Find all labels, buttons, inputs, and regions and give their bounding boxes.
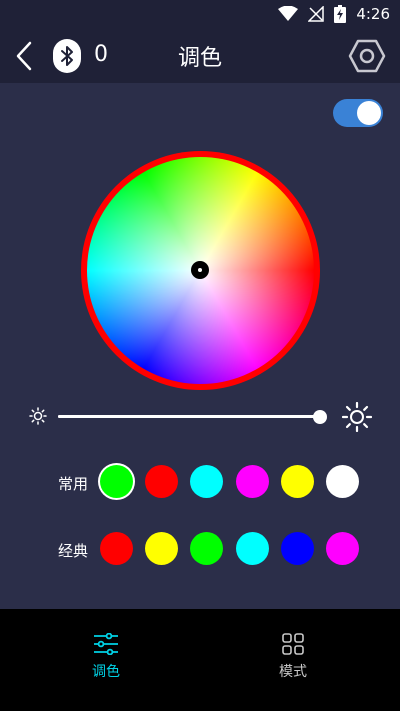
header: 0 调色 bbox=[0, 28, 400, 83]
brightness-slider-track[interactable] bbox=[58, 415, 320, 418]
common-color-swatch-4[interactable] bbox=[235, 465, 269, 498]
common-color-swatch-6[interactable] bbox=[326, 465, 359, 498]
no-signal-icon bbox=[308, 6, 325, 22]
classic-color-swatch-5[interactable] bbox=[280, 532, 314, 565]
bluetooth-button[interactable] bbox=[53, 39, 81, 73]
toggle-knob bbox=[357, 101, 381, 125]
classic-color-swatch-6[interactable] bbox=[326, 532, 359, 565]
brightness-slider-thumb[interactable] bbox=[313, 410, 327, 424]
common-colors-label: 常用 bbox=[58, 475, 89, 493]
status-bar: 4:26 bbox=[0, 0, 400, 28]
common-color-swatch-2[interactable] bbox=[145, 465, 179, 498]
wifi-icon bbox=[278, 6, 299, 21]
power-toggle[interactable] bbox=[333, 99, 383, 127]
common-color-swatch-1[interactable] bbox=[100, 465, 133, 498]
common-color-swatch-5[interactable] bbox=[280, 465, 314, 498]
sliders-icon bbox=[94, 633, 118, 655]
tab-color-label: 调色 bbox=[92, 664, 120, 680]
tab-color[interactable]: 调色 bbox=[46, 633, 166, 683]
classic-color-swatch-1[interactable] bbox=[100, 532, 133, 565]
device-count: 0 bbox=[94, 42, 108, 67]
classic-color-swatch-2[interactable] bbox=[145, 532, 179, 565]
status-time: 4:26 bbox=[356, 5, 390, 23]
classic-colors-label: 经典 bbox=[58, 542, 89, 560]
grid-icon bbox=[282, 633, 304, 655]
classic-color-swatch-4[interactable] bbox=[235, 532, 269, 565]
classic-color-swatch-3[interactable] bbox=[190, 532, 224, 565]
tab-mode[interactable]: 模式 bbox=[233, 633, 353, 683]
common-color-swatch-3[interactable] bbox=[190, 465, 224, 498]
bluetooth-icon bbox=[61, 46, 73, 66]
tab-mode-label: 模式 bbox=[279, 664, 307, 680]
brightness-low-icon bbox=[29, 407, 47, 425]
settings-hexagon-icon bbox=[348, 39, 386, 73]
back-icon bbox=[16, 41, 32, 71]
settings-button[interactable] bbox=[348, 37, 386, 75]
back-button[interactable] bbox=[10, 38, 40, 74]
brightness-high-icon bbox=[342, 402, 372, 432]
bottom-nav: 调色 模式 bbox=[0, 609, 400, 711]
brightness-slider-fill bbox=[58, 415, 320, 418]
color-picker-handle[interactable] bbox=[191, 261, 209, 279]
battery-charging-icon bbox=[334, 5, 347, 23]
